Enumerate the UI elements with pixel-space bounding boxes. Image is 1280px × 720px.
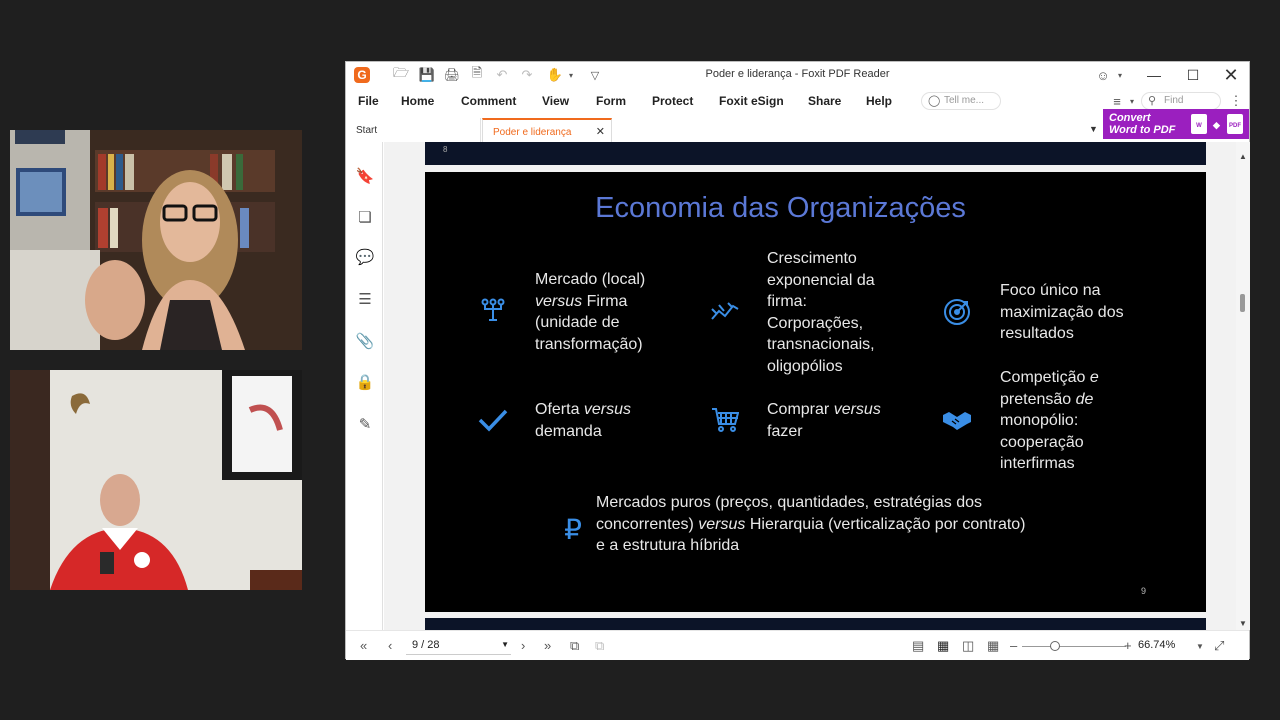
hierarchy-icon: [478, 296, 508, 326]
slide-item-mercados-puros: Mercados puros (preços, quantidades, est…: [596, 494, 1026, 554]
menu-help[interactable]: Help: [866, 94, 892, 108]
insert-pages-icon[interactable]: ⧉: [595, 638, 604, 654]
zoom-in-icon[interactable]: +: [1124, 638, 1132, 653]
attachment-icon[interactable]: 📎: [355, 331, 375, 351]
maximize-button[interactable]: ☐: [1178, 65, 1208, 85]
facing-view-icon[interactable]: ◫: [962, 638, 974, 654]
last-page-icon[interactable]: »: [544, 638, 551, 653]
tab-poder-e-lideranca[interactable]: Poder e liderança ✕: [482, 118, 612, 142]
extract-pages-icon[interactable]: ⧉: [570, 638, 579, 654]
target-icon: [942, 297, 972, 327]
first-page-icon[interactable]: «: [360, 638, 367, 653]
participant-2-video: [10, 370, 302, 590]
checkmark-icon: [478, 405, 508, 435]
title-bar: G 🗁 💾 🖨 🗎 ↶ ↷ ✋ ▾ ▽ Poder e liderança - …: [346, 62, 1249, 88]
growth-chart-icon: [710, 296, 740, 326]
scroll-up-icon[interactable]: ▲: [1239, 152, 1247, 161]
close-tab-icon[interactable]: ✕: [596, 125, 605, 138]
account-dropdown-icon[interactable]: ▾: [1111, 66, 1129, 84]
find-placeholder: Find: [1164, 95, 1184, 106]
slide-title: Economia das Organizações: [595, 192, 966, 224]
search-icon: ⚲: [1148, 95, 1157, 107]
single-page-view-icon[interactable]: ▤: [912, 638, 924, 654]
next-slide-strip: [425, 618, 1206, 630]
slide-item-comprar: Comprar versus fazer: [767, 401, 881, 440]
scrollbar-thumb[interactable]: [1240, 294, 1245, 312]
continuous-view-icon[interactable]: ▦: [937, 638, 949, 654]
tab-active-label: Poder e liderança: [493, 127, 572, 138]
lightbulb-icon: ◯: [928, 95, 941, 107]
handshake-icon: [942, 405, 972, 435]
zoom-level[interactable]: 66.74%: [1138, 639, 1175, 651]
slide-page-9: Economia das Organizações Mercado (local…: [425, 172, 1206, 612]
shopping-cart-icon: [710, 405, 740, 435]
close-window-button[interactable]: ✕: [1216, 65, 1246, 85]
continuous-facing-view-icon[interactable]: ▦: [987, 638, 999, 654]
previous-page-icon[interactable]: ‹: [388, 638, 392, 653]
menu-comment[interactable]: Comment: [461, 94, 516, 108]
zoom-slider[interactable]: [1022, 646, 1126, 647]
convert-arrow-icon: ◆: [1213, 120, 1220, 130]
fullscreen-icon[interactable]: ⤢: [1214, 638, 1224, 654]
slide-item-crescimento: Crescimento exponencial da firma: Corpor…: [767, 250, 875, 375]
tell-me-search[interactable]: ◯ Tell me...: [921, 92, 1001, 110]
menu-foxit-esign[interactable]: Foxit eSign: [719, 94, 784, 108]
menu-home[interactable]: Home: [401, 94, 434, 108]
slide-item-foco: Foco único na maximização dos resultados: [1000, 282, 1124, 342]
zoom-slider-handle[interactable]: [1050, 641, 1060, 651]
menu-protect[interactable]: Protect: [652, 94, 693, 108]
ruble-sign-icon: ₽: [564, 513, 582, 545]
previous-slide-strip: 8: [425, 142, 1206, 165]
zoom-dropdown-icon[interactable]: ▼: [1196, 642, 1204, 651]
comments-icon[interactable]: 💬: [355, 247, 375, 267]
signature-icon[interactable]: ✎: [355, 414, 375, 434]
slide-item-competicao: Competição e pretensão de monopólio: coo…: [1000, 369, 1099, 472]
tab-list-dropdown-icon[interactable]: ▼: [1089, 124, 1098, 134]
screen: G 🗁 💾 🖨 🗎 ↶ ↷ ✋ ▾ ▽ Poder e liderança - …: [0, 0, 1280, 720]
page-indicator: 9 / 28: [412, 639, 440, 651]
convert-word-to-pdf-banner[interactable]: Convert Word to PDF W ◆ PDF: [1103, 109, 1249, 139]
minimize-button[interactable]: —: [1139, 65, 1169, 85]
zoom-out-icon[interactable]: –: [1010, 638, 1017, 653]
search-options-dropdown-icon[interactable]: ▾: [1123, 92, 1141, 110]
vertical-scrollbar[interactable]: ▲ ▼: [1236, 142, 1250, 630]
tell-me-placeholder: Tell me...: [944, 95, 985, 106]
tab-start-label: Start: [356, 125, 378, 136]
layers-icon[interactable]: ☰: [355, 289, 375, 309]
document-view[interactable]: 8 Economia das Organizações Mercado (loc…: [384, 142, 1236, 630]
find-input[interactable]: ⚲ Find: [1141, 92, 1221, 110]
more-options-icon[interactable]: ⋮: [1227, 92, 1245, 110]
pdf-reader-window: G 🗁 💾 🖨 🗎 ↶ ↷ ✋ ▾ ▽ Poder e liderança - …: [345, 61, 1250, 660]
security-lock-icon[interactable]: 🔒: [355, 372, 375, 392]
slide-item-oferta: Oferta versus demanda: [535, 401, 632, 440]
menu-view[interactable]: View: [542, 94, 569, 108]
pages-icon[interactable]: ❏: [355, 207, 375, 227]
status-bar: « ‹ 9 / 28 ▼ › » ⧉ ⧉ ▤ ▦ ◫ ▦ – + 66.74% …: [346, 630, 1249, 660]
navigation-panel: 🔖 ❏ 💬 ☰ 📎 🔒 ✎: [346, 142, 383, 630]
bookmark-icon[interactable]: 🔖: [355, 166, 375, 186]
pdf-doc-icon: PDF: [1227, 114, 1243, 134]
tab-start[interactable]: Start: [346, 118, 481, 142]
video-tile-participant-2: [10, 370, 302, 590]
word-doc-icon: W: [1191, 114, 1207, 134]
scroll-down-icon[interactable]: ▼: [1239, 619, 1247, 628]
participant-1-video: [10, 130, 302, 350]
menu-file[interactable]: File: [358, 94, 379, 108]
page-dropdown-icon[interactable]: ▼: [501, 640, 509, 649]
slide-item-mercado: Mercado (local) versus Firma (unidade de …: [535, 271, 646, 353]
menu-form[interactable]: Form: [596, 94, 626, 108]
account-icon[interactable]: ☺: [1094, 66, 1112, 84]
next-page-icon[interactable]: ›: [521, 638, 525, 653]
video-tile-participant-1: [10, 130, 302, 350]
page-number-input[interactable]: 9 / 28 ▼: [406, 637, 511, 655]
previous-slide-number: 8: [443, 145, 448, 154]
menu-share[interactable]: Share: [808, 94, 841, 108]
slide-page-number: 9: [1140, 586, 1146, 596]
